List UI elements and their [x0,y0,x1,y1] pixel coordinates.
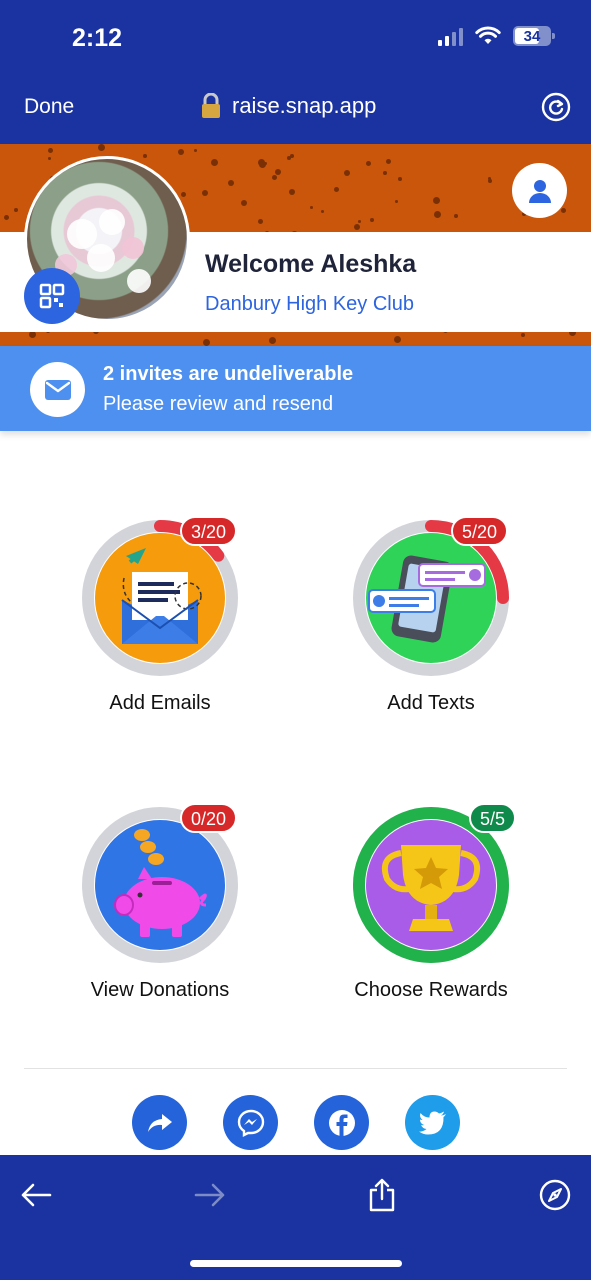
banner-dot [370,218,374,222]
compass-icon [539,1179,571,1211]
banner-dot [258,219,263,224]
messenger-icon [237,1109,264,1137]
view-donations-label: View Donations [90,979,230,1001]
banner-dot [561,208,566,213]
twitter-button[interactable] [405,1095,460,1150]
banner-dot [454,214,458,218]
safari-button[interactable] [535,1175,575,1215]
choose-rewards-label: Choose Rewards [354,979,508,1001]
banner-dot [258,159,265,166]
banner-dot [334,187,339,192]
welcome-title: Welcome Aleshka [205,250,417,278]
add-emails-label: Add Emails [109,692,211,714]
forward-arrow-icon [194,1183,225,1207]
donation-count-badge: 0/20 [180,803,238,833]
cellular-signal-icon [438,26,463,46]
banner-dot [488,179,492,183]
url-text: raise.snap.app [232,93,377,118]
forward-button[interactable] [190,1175,230,1215]
banner-dot [98,144,105,151]
choose-rewards-tile[interactable]: 5/5 Choose Rewards [311,803,551,1002]
share-row [132,1095,460,1150]
banner-dot [289,189,295,195]
banner-dot [310,206,313,209]
banner-dot [211,159,218,166]
notice-title: 2 invites are undeliverable [103,363,354,385]
banner-dot [275,169,281,175]
banner-dot [4,215,9,220]
status-icons: 34 [438,26,555,46]
wifi-icon [475,26,501,44]
banner-dot [272,175,277,180]
banner-dot [386,159,391,164]
done-button[interactable]: Done [24,95,74,119]
org-link[interactable]: Danbury High Key Club [205,293,414,316]
banner-dot [521,333,525,337]
url-bar[interactable]: raise.snap.app [200,93,376,119]
banner-dot [178,149,184,155]
share-button[interactable] [132,1095,187,1150]
banner-dot [143,154,147,158]
lock-icon [202,93,220,118]
divider [24,1068,567,1069]
browser-top-bar: 2:12 34 Done raise.snap.app [0,0,591,144]
banner-dot [14,208,18,212]
add-texts-label: Add Texts [387,692,475,714]
view-donations-tile[interactable]: 0/20 View Donations [40,803,280,1002]
status-time: 2:12 [72,24,123,52]
share-page-button[interactable] [362,1175,402,1215]
banner-dot [321,210,324,213]
battery-level: 34 [523,27,541,45]
banner-dot [287,156,291,160]
share-icon [369,1178,395,1212]
email-count-badge: 3/20 [180,516,238,546]
twitter-icon [418,1111,446,1134]
add-texts-tile[interactable]: 5/20 Add Texts [311,516,551,715]
banner-dot [181,192,186,197]
banner-dot [194,149,197,152]
back-arrow-icon [21,1183,52,1207]
qr-code-button[interactable] [24,268,80,324]
banner-dot [228,180,234,186]
add-emails-tile[interactable]: 3/20 Add Emails [40,516,280,715]
banner-dot [354,224,360,230]
banner-dot [203,339,210,346]
banner-dot [398,177,402,181]
banner-dot [434,211,441,218]
banner-dot [48,148,53,153]
undeliverable-notice[interactable]: 2 invites are undeliverable Please revie… [0,346,591,431]
messenger-button[interactable] [223,1095,278,1150]
mail-icon [30,362,85,417]
battery-icon: 34 [513,26,555,46]
banner-dot [395,200,398,203]
banner-dot [394,336,401,343]
banner-dot [241,200,247,206]
banner-dot [366,161,371,166]
back-button[interactable] [16,1175,56,1215]
share-arrow-icon [147,1113,172,1132]
banner-dot [29,331,36,338]
facebook-button[interactable] [314,1095,369,1150]
banner-dot [48,157,51,160]
facebook-icon [328,1109,355,1136]
banner-dot [358,220,361,223]
banner-dot [383,171,387,175]
reload-icon[interactable] [541,92,571,122]
banner-dot [269,337,276,344]
user-icon [528,179,551,203]
text-count-badge: 5/20 [451,516,509,546]
profile-button[interactable] [512,163,567,218]
home-indicator [190,1260,402,1267]
rewards-count-badge: 5/5 [469,803,517,833]
qr-code-icon [39,283,65,309]
notice-subtitle: Please review and resend [103,393,334,415]
banner-dot [433,197,440,204]
banner-dot [344,170,350,176]
banner-dot [202,190,208,196]
